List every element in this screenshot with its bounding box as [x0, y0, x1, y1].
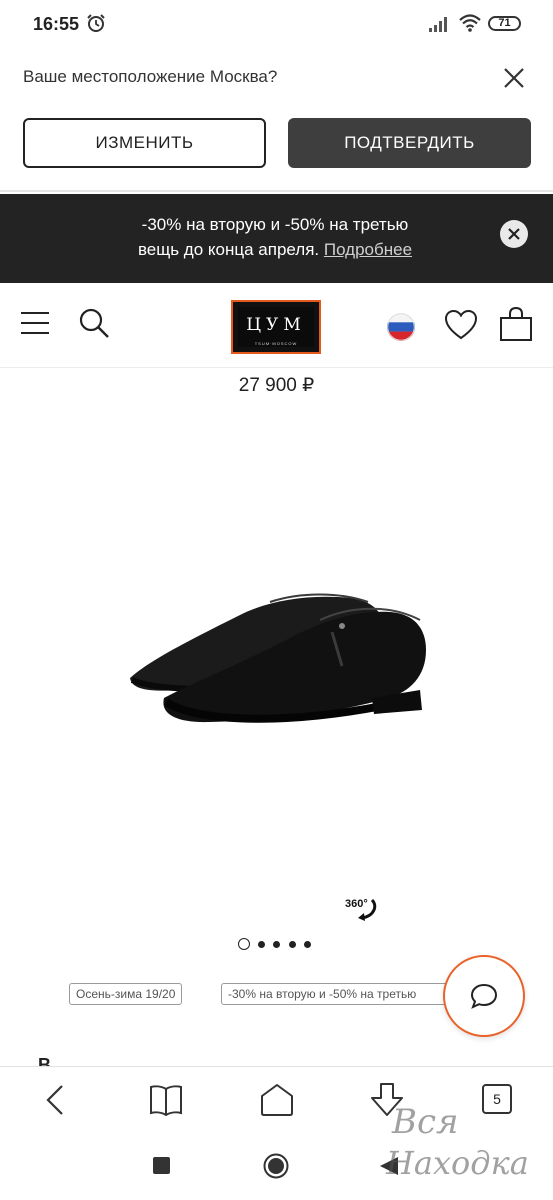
signal-icon: [429, 17, 447, 32]
back-icon[interactable]: [42, 1083, 70, 1117]
alarm-icon: [87, 14, 105, 32]
close-icon[interactable]: [500, 64, 528, 92]
watermark: Вся Находка: [346, 1100, 546, 1195]
change-location-button[interactable]: ИЗМЕНИТЬ: [23, 118, 266, 168]
watermark-line1: Вся: [392, 1102, 459, 1142]
promo-line1: -30% на вторую и -50% на третью: [141, 215, 409, 234]
season-tag: Осень-зима 19/20: [69, 983, 183, 1005]
heart-icon[interactable]: [444, 309, 478, 341]
menu-icon[interactable]: [20, 311, 50, 335]
promo-text: -30% на вторую и -50% на третью вещь до …: [60, 212, 490, 262]
logo-frame: ЦУМ TSUM·MOSCOW: [237, 306, 315, 348]
promo-close-button[interactable]: [500, 220, 528, 248]
location-question: Ваше местоположение Москва?: [23, 67, 278, 86]
divider: [0, 190, 553, 192]
wifi-icon: [459, 14, 481, 32]
close-icon: [508, 228, 520, 240]
promo-line2-wrap: вещь до конца апреля. Подробнее: [60, 237, 490, 262]
watermark-line2: Находка: [386, 1144, 529, 1182]
gallery-dot[interactable]: [258, 941, 265, 948]
home-icon[interactable]: [259, 1082, 295, 1118]
status-time: 16:55: [33, 14, 80, 34]
logo-subtext: TSUM·MOSCOW: [254, 341, 298, 346]
gallery-dot[interactable]: [304, 941, 311, 948]
discount-tag: -30% на вторую и -50% на третью: [221, 983, 449, 1005]
bookmarks-icon[interactable]: [148, 1083, 184, 1117]
rotate-360-icon[interactable]: 360°: [344, 894, 380, 922]
battery-icon: 71: [488, 16, 521, 31]
chat-button[interactable]: [443, 955, 525, 1037]
shopping-bag-icon[interactable]: [499, 306, 533, 342]
promo-details-link[interactable]: Подробнее: [324, 240, 412, 259]
gallery-dot[interactable]: [273, 941, 280, 948]
gallery-pagination: [238, 938, 318, 952]
product-image[interactable]: [120, 580, 440, 750]
gallery-dot-active[interactable]: [238, 938, 250, 950]
rotate-360-label: 360°: [345, 898, 368, 910]
tsum-logo[interactable]: ЦУМ TSUM·MOSCOW: [231, 300, 321, 354]
chat-bubble-icon: [470, 983, 498, 1009]
promo-line2: вещь до конца апреля.: [137, 240, 320, 259]
confirm-location-button[interactable]: ПОДТВЕРДИТЬ: [288, 118, 531, 168]
search-icon[interactable]: [78, 307, 110, 339]
russia-flag-icon[interactable]: [387, 313, 415, 341]
recent-apps-button[interactable]: [153, 1157, 170, 1174]
logo-text: ЦУМ: [246, 315, 306, 335]
product-price: 27 900 ₽: [238, 375, 315, 396]
gallery-dot[interactable]: [289, 941, 296, 948]
home-nav-button[interactable]: [263, 1153, 289, 1179]
